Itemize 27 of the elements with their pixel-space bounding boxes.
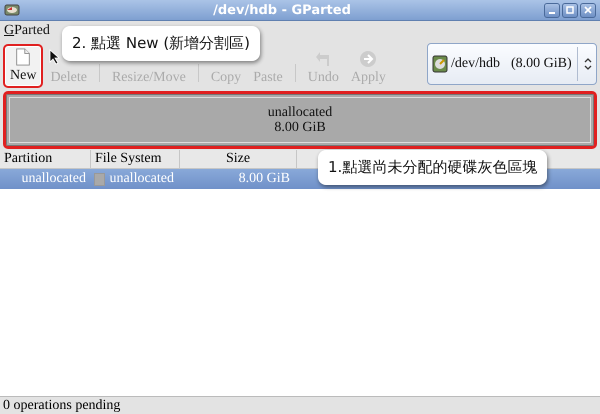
document-icon [15, 48, 32, 66]
dropdown-arrows-icon [584, 58, 592, 70]
column-header[interactable]: Partition [0, 150, 91, 168]
block-size: 8.00 GiB [274, 120, 326, 136]
color-swatch-icon [94, 172, 106, 186]
callout-tooltip: 1.點選尚未分配的硬碟灰色區塊 [318, 150, 548, 185]
device-selector[interactable]: /dev/hdb (8.00 GiB) [427, 43, 597, 85]
arrow-circle-icon [359, 50, 378, 68]
table-cell-text: unallocated [20, 171, 87, 187]
block-label: unallocated [268, 104, 332, 120]
app-icon [4, 3, 20, 17]
mouse-pointer-icon [49, 49, 61, 65]
column-header[interactable]: Size [180, 150, 297, 168]
disk-map-block[interactable]: unallocated 8.00 GiB [6, 94, 594, 146]
minimize-button[interactable] [544, 2, 560, 18]
toolbar-button[interactable]: New [3, 44, 44, 88]
callout-tooltip: 2. 點選 New (新增分割區) [62, 26, 260, 61]
status-bar: 0 operations pending [0, 396, 600, 414]
table-cell: unallocated [109, 171, 174, 187]
close-button[interactable] [580, 2, 596, 18]
column-header[interactable]: File System [91, 150, 180, 168]
table-cell-text: 8.00 GiB [238, 171, 291, 187]
close-icon [584, 6, 592, 14]
maximize-icon [566, 6, 574, 14]
menu-item[interactable]: GParted [4, 22, 50, 38]
maximize-button[interactable] [562, 2, 578, 18]
window-title: /dev/hdb - GParted [212, 2, 352, 18]
